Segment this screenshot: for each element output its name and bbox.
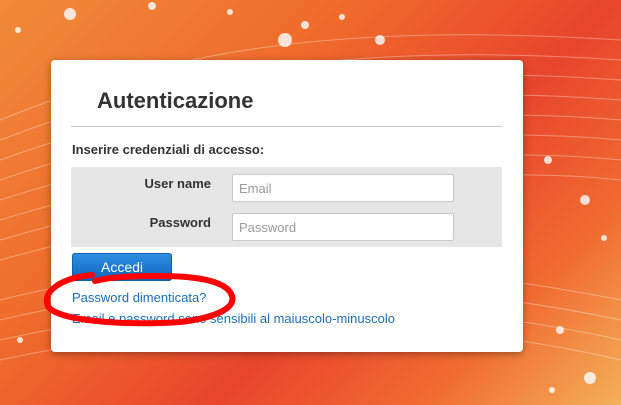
title-divider <box>71 126 502 128</box>
username-input[interactable] <box>232 174 454 202</box>
login-button[interactable]: Accedi <box>72 253 172 281</box>
credentials-form: User name Password <box>71 167 502 247</box>
username-label: User name <box>144 176 211 191</box>
password-label: Password <box>149 215 211 230</box>
password-input[interactable] <box>232 213 454 241</box>
case-sensitivity-note: Email e password sono sensibili al maius… <box>72 311 395 326</box>
forgot-password-link[interactable]: Password dimenticata? <box>72 290 206 305</box>
instructions-text: Inserire credenziali di accesso: <box>72 142 265 157</box>
dialog-title: Autenticazione <box>97 88 254 113</box>
login-dialog: Autenticazione Inserire credenziali di a… <box>51 60 523 352</box>
